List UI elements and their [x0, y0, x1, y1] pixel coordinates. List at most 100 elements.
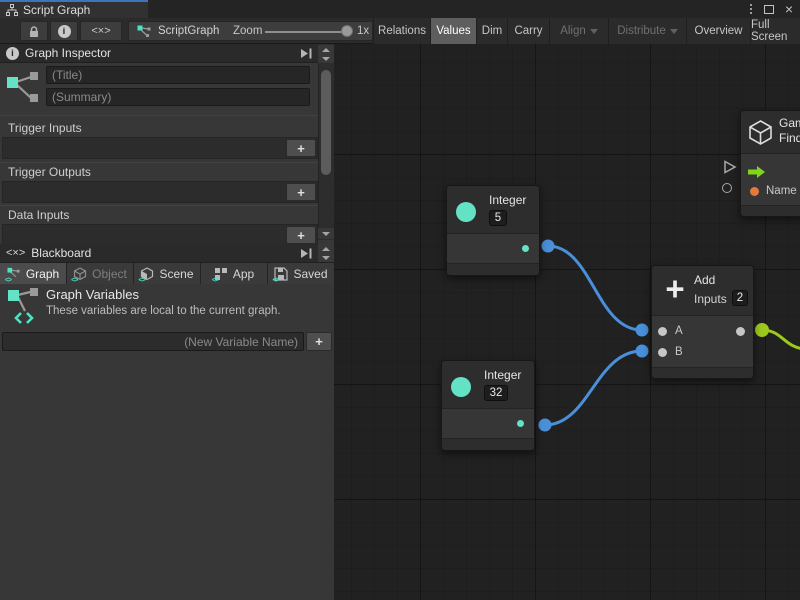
- scroll-down-button[interactable]: [318, 54, 334, 63]
- scroll-up-button[interactable]: [318, 244, 334, 253]
- output-port[interactable]: [522, 245, 529, 252]
- trigger-inputs-list: +: [2, 137, 318, 159]
- node-integer-5[interactable]: Integer: [446, 185, 540, 276]
- output-port[interactable]: [736, 327, 745, 336]
- node-integer-32[interactable]: Integer: [441, 360, 535, 451]
- divider: [0, 205, 318, 206]
- blackboard-title: Blackboard: [31, 246, 91, 260]
- cube-icon: <>: [73, 267, 88, 281]
- graph-variables-icon: [6, 287, 44, 329]
- floppy-disk-icon: <>: [274, 267, 289, 281]
- zoom-label: Zoom: [233, 25, 262, 37]
- scroll-up-button[interactable]: [318, 45, 334, 54]
- variables-icon: <×>: [91, 25, 110, 37]
- arrow-up-icon: [322, 48, 330, 52]
- integer-value-field[interactable]: [489, 210, 507, 226]
- inputs-count-field[interactable]: [732, 290, 748, 306]
- lock-button[interactable]: [20, 21, 48, 41]
- scroll-down-button[interactable]: [318, 228, 334, 239]
- toolbar-button-values[interactable]: Values: [430, 18, 476, 44]
- graph-toolbar: i <×> ScriptGraph Zoom 1x Relations Valu…: [0, 18, 800, 44]
- graph-title-field[interactable]: [46, 66, 310, 84]
- input-port-a[interactable]: [658, 327, 667, 336]
- node-gameobject-find[interactable]: GameObject Find Name: [740, 110, 800, 217]
- tab-app[interactable]: <> App: [201, 263, 267, 284]
- variables-button[interactable]: <×>: [80, 21, 122, 41]
- scroll-down-button[interactable]: [318, 253, 334, 262]
- gameobject-cube-icon: [747, 119, 774, 146]
- arrow-down-icon: [322, 232, 330, 236]
- toolbar-button-carry[interactable]: Carry: [507, 18, 549, 44]
- name-input-port[interactable]: [750, 187, 759, 196]
- tab-saved[interactable]: <> Saved: [268, 263, 334, 284]
- graph-node-icon: [137, 25, 152, 38]
- divider: [0, 115, 318, 116]
- dock-panel-icon[interactable]: [300, 248, 312, 259]
- graph-name: ScriptGraph: [158, 25, 219, 37]
- graph-variables-tab-icon: <>: [7, 267, 22, 281]
- toolbar-button-relations[interactable]: Relations: [373, 18, 430, 44]
- script-graph-icon: [6, 4, 18, 16]
- arrow-up-icon: [322, 247, 330, 251]
- arrow-down-icon: [322, 57, 330, 61]
- data-port-outline-icon[interactable]: [722, 183, 732, 193]
- graph-canvas[interactable]: Integer Integer + Add: [334, 44, 800, 600]
- chevron-down-icon: [670, 29, 678, 34]
- window-close-button[interactable]: ×: [782, 2, 796, 16]
- trigger-outputs-list: +: [2, 181, 318, 203]
- node-title: Add: [694, 273, 715, 287]
- inspect-button[interactable]: i: [50, 21, 78, 41]
- input-port-b[interactable]: [658, 348, 667, 357]
- trigger-arrow-icon[interactable]: [748, 166, 766, 178]
- toolbar-button-dim[interactable]: Dim: [476, 18, 507, 44]
- window-maximize-button[interactable]: [762, 2, 776, 16]
- zoom-slider-track[interactable]: [265, 31, 351, 33]
- integer-value-field[interactable]: [484, 385, 508, 401]
- graph-variables-description: These variables are local to the current…: [46, 305, 281, 317]
- maximize-icon: [764, 5, 774, 14]
- graph-context-segment: ScriptGraph Zoom 1x: [128, 21, 373, 41]
- add-trigger-output-button[interactable]: +: [286, 183, 316, 201]
- wire-endpoint: [636, 345, 649, 358]
- tab-script-graph[interactable]: Script Graph: [0, 0, 148, 18]
- window-menu-button[interactable]: [744, 2, 758, 16]
- port-label-name: Name: [766, 185, 797, 197]
- new-variable-name-field[interactable]: [2, 332, 304, 351]
- window-title: Script Graph: [23, 3, 90, 17]
- tab-scene[interactable]: <> Scene: [134, 263, 200, 284]
- toolbar-button-align[interactable]: Align: [549, 18, 608, 44]
- toolbar-button-distribute[interactable]: Distribute: [608, 18, 686, 44]
- tab-object[interactable]: <> Object: [67, 263, 133, 284]
- zoom-slider-handle[interactable]: [341, 25, 353, 37]
- inspector-scrollbar-thumb[interactable]: [321, 70, 331, 175]
- section-trigger-outputs: Trigger Outputs: [8, 165, 91, 179]
- integer-type-icon: [451, 377, 471, 397]
- toolbar-button-overview[interactable]: Overview: [686, 18, 750, 44]
- wire-integer32-to-b: [545, 351, 642, 425]
- node-title: GameObject: [779, 116, 800, 130]
- graph-summary-field[interactable]: [46, 88, 310, 106]
- port-label-b: B: [675, 346, 683, 358]
- app-grid-icon: <>: [214, 267, 229, 281]
- divider: [0, 162, 318, 163]
- blackboard-header[interactable]: <×> Blackboard: [0, 244, 334, 263]
- wire-endpoint: [636, 324, 649, 337]
- node-add[interactable]: + Add Inputs A B: [651, 265, 754, 379]
- graph-inspector-header[interactable]: i Graph Inspector: [0, 44, 334, 63]
- tab-graph[interactable]: <> Graph: [0, 263, 66, 284]
- wire-integer5-to-a: [548, 246, 642, 330]
- add-variable-button[interactable]: +: [306, 332, 332, 351]
- side-panel: i Graph Inspector Trigger Inputs + Trigg…: [0, 44, 334, 600]
- trigger-port-outline-icon[interactable]: [723, 160, 737, 174]
- inputs-label: Inputs: [694, 292, 727, 306]
- port-label-a: A: [675, 325, 683, 337]
- output-port[interactable]: [517, 420, 524, 427]
- integer-type-icon: [456, 202, 476, 222]
- dock-panel-icon[interactable]: [300, 48, 312, 59]
- add-trigger-input-button[interactable]: +: [286, 139, 316, 157]
- zoom-value: 1x: [357, 25, 369, 37]
- add-data-input-button[interactable]: +: [286, 226, 316, 244]
- toolbar-button-full-screen[interactable]: Full Screen: [750, 18, 800, 44]
- blackboard-tab-bar: <> Graph <> Object <> Scene: [0, 263, 334, 284]
- data-inputs-list: +: [2, 224, 318, 246]
